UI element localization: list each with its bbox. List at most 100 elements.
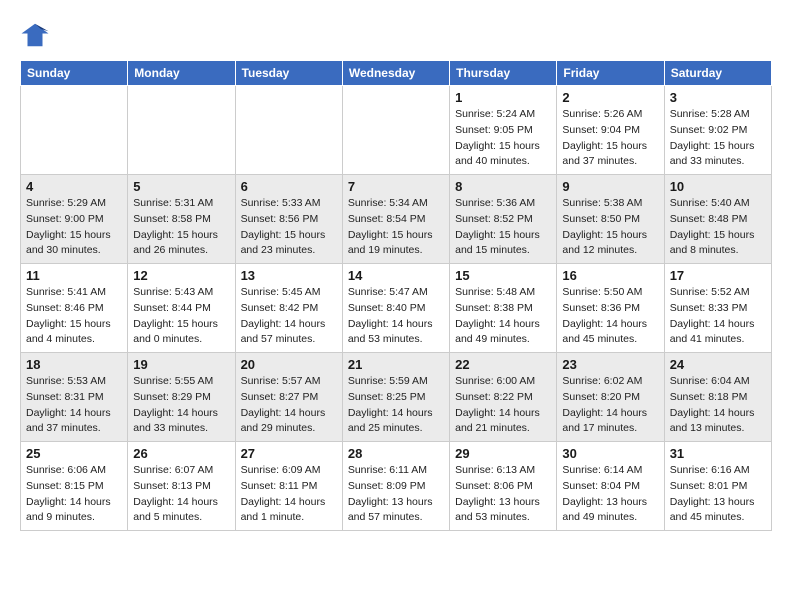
weekday-header-row: SundayMondayTuesdayWednesdayThursdayFrid… [21,61,772,86]
day-number: 30 [562,446,658,461]
calendar-cell: 13 Sunrise: 5:45 AMSunset: 8:42 PMDayligh… [235,264,342,353]
weekday-header: Friday [557,61,664,86]
day-info: Sunrise: 6:02 AMSunset: 8:20 PMDaylight:… [562,374,658,437]
day-number: 18 [26,357,122,372]
day-info: Sunrise: 6:14 AMSunset: 8:04 PMDaylight:… [562,463,658,526]
day-number: 5 [133,179,229,194]
day-number: 6 [241,179,337,194]
day-info: Sunrise: 5:55 AMSunset: 8:29 PMDaylight:… [133,374,229,437]
day-info: Sunrise: 5:59 AMSunset: 8:25 PMDaylight:… [348,374,444,437]
calendar-cell [235,86,342,175]
day-number: 3 [670,90,766,105]
calendar-cell: 25Sunrise: 6:06 AMSunset: 8:15 PMDayligh… [21,442,128,531]
day-number: 11 [26,268,122,283]
day-number: 29 [455,446,551,461]
weekday-header: Saturday [664,61,771,86]
calendar-cell: 30 Sunrise: 6:14 AMSunset: 8:04 PMDayligh… [557,442,664,531]
day-info: Sunrise: 6:06 AMSunset: 8:15 PMDaylight:… [26,463,122,526]
day-info: Sunrise: 6:04 AMSunset: 8:18 PMDaylight:… [670,374,766,437]
day-number: 20 [241,357,337,372]
weekday-header: Wednesday [342,61,449,86]
day-number: 15 [455,268,551,283]
day-number: 16 [562,268,658,283]
day-info: Sunrise: 5:57 AMSunset: 8:27 PMDaylight:… [241,374,337,437]
calendar-cell: 6 Sunrise: 5:33 AMSunset: 8:56 PMDaylight… [235,175,342,264]
day-number: 27 [241,446,337,461]
day-info: Sunrise: 5:31 AMSunset: 8:58 PMDaylight:… [133,196,229,259]
calendar-cell: 7Sunrise: 5:34 AMSunset: 8:54 PMDaylight… [342,175,449,264]
day-info: Sunrise: 5:47 AMSunset: 8:40 PMDaylight:… [348,285,444,348]
calendar-cell: 27 Sunrise: 6:09 AMSunset: 8:11 PMDayligh… [235,442,342,531]
day-number: 26 [133,446,229,461]
day-info: Sunrise: 6:00 AMSunset: 8:22 PMDaylight:… [455,374,551,437]
day-number: 23 [562,357,658,372]
day-info: Sunrise: 5:41 AMSunset: 8:46 PMDaylight:… [26,285,122,348]
calendar: SundayMondayTuesdayWednesdayThursdayFrid… [20,60,772,531]
day-number: 14 [348,268,444,283]
calendar-week-row: 25Sunrise: 6:06 AMSunset: 8:15 PMDayligh… [21,442,772,531]
calendar-cell: 23 Sunrise: 6:02 AMSunset: 8:20 PMDayligh… [557,353,664,442]
day-number: 2 [562,90,658,105]
calendar-cell: 29 Sunrise: 6:13 AMSunset: 8:06 PMDayligh… [450,442,557,531]
calendar-cell: 15Sunrise: 5:48 AMSunset: 8:38 PMDayligh… [450,264,557,353]
day-number: 9 [562,179,658,194]
day-info: Sunrise: 6:13 AMSunset: 8:06 PMDaylight:… [455,463,551,526]
day-info: Sunrise: 5:36 AMSunset: 8:52 PMDaylight:… [455,196,551,259]
day-info: Sunrise: 5:29 AMSunset: 9:00 PMDaylight:… [26,196,122,259]
day-number: 10 [670,179,766,194]
header [20,20,772,50]
day-info: Sunrise: 5:26 AMSunset: 9:04 PMDaylight:… [562,107,658,170]
day-info: Sunrise: 5:28 AMSunset: 9:02 PMDaylight:… [670,107,766,170]
day-number: 4 [26,179,122,194]
calendar-week-row: 18Sunrise: 5:53 AMSunset: 8:31 PMDayligh… [21,353,772,442]
calendar-cell: 21Sunrise: 5:59 AMSunset: 8:25 PMDayligh… [342,353,449,442]
day-info: Sunrise: 5:24 AMSunset: 9:05 PMDaylight:… [455,107,551,170]
day-number: 19 [133,357,229,372]
weekday-header: Monday [128,61,235,86]
day-info: Sunrise: 5:38 AMSunset: 8:50 PMDaylight:… [562,196,658,259]
day-info: Sunrise: 6:11 AMSunset: 8:09 PMDaylight:… [348,463,444,526]
calendar-cell: 3 Sunrise: 5:28 AMSunset: 9:02 PMDaylight… [664,86,771,175]
calendar-cell: 11 Sunrise: 5:41 AMSunset: 8:46 PMDayligh… [21,264,128,353]
calendar-cell: 26 Sunrise: 6:07 AMSunset: 8:13 PMDayligh… [128,442,235,531]
day-info: Sunrise: 5:50 AMSunset: 8:36 PMDaylight:… [562,285,658,348]
calendar-cell: 18Sunrise: 5:53 AMSunset: 8:31 PMDayligh… [21,353,128,442]
day-info: Sunrise: 5:40 AMSunset: 8:48 PMDaylight:… [670,196,766,259]
calendar-week-row: 1 Sunrise: 5:24 AMSunset: 9:05 PMDaylight… [21,86,772,175]
day-number: 12 [133,268,229,283]
calendar-cell: 2 Sunrise: 5:26 AMSunset: 9:04 PMDaylight… [557,86,664,175]
day-number: 7 [348,179,444,194]
calendar-cell: 17Sunrise: 5:52 AMSunset: 8:33 PMDayligh… [664,264,771,353]
calendar-cell: 5 Sunrise: 5:31 AMSunset: 8:58 PMDaylight… [128,175,235,264]
calendar-cell: 12Sunrise: 5:43 AMSunset: 8:44 PMDayligh… [128,264,235,353]
logo-icon [20,20,50,50]
calendar-cell: 24 Sunrise: 6:04 AMSunset: 8:18 PMDayligh… [664,353,771,442]
day-number: 28 [348,446,444,461]
day-number: 8 [455,179,551,194]
day-number: 22 [455,357,551,372]
calendar-cell: 14 Sunrise: 5:47 AMSunset: 8:40 PMDayligh… [342,264,449,353]
calendar-cell: 9 Sunrise: 5:38 AMSunset: 8:50 PMDaylight… [557,175,664,264]
day-info: Sunrise: 6:07 AMSunset: 8:13 PMDaylight:… [133,463,229,526]
day-number: 13 [241,268,337,283]
day-number: 31 [670,446,766,461]
calendar-cell: 16 Sunrise: 5:50 AMSunset: 8:36 PMDayligh… [557,264,664,353]
calendar-cell: 20 Sunrise: 5:57 AMSunset: 8:27 PMDayligh… [235,353,342,442]
day-info: Sunrise: 5:45 AMSunset: 8:42 PMDaylight:… [241,285,337,348]
calendar-cell [128,86,235,175]
weekday-header: Thursday [450,61,557,86]
calendar-cell [21,86,128,175]
calendar-cell: 31 Sunrise: 6:16 AMSunset: 8:01 PMDayligh… [664,442,771,531]
logo [20,20,54,50]
day-info: Sunrise: 5:33 AMSunset: 8:56 PMDaylight:… [241,196,337,259]
calendar-cell: 22 Sunrise: 6:00 AMSunset: 8:22 PMDayligh… [450,353,557,442]
day-number: 17 [670,268,766,283]
weekday-header: Tuesday [235,61,342,86]
day-number: 24 [670,357,766,372]
day-number: 1 [455,90,551,105]
calendar-cell: 4 Sunrise: 5:29 AMSunset: 9:00 PMDaylight… [21,175,128,264]
calendar-week-row: 11 Sunrise: 5:41 AMSunset: 8:46 PMDayligh… [21,264,772,353]
day-info: Sunrise: 6:09 AMSunset: 8:11 PMDaylight:… [241,463,337,526]
calendar-cell: 28 Sunrise: 6:11 AMSunset: 8:09 PMDayligh… [342,442,449,531]
day-info: Sunrise: 6:16 AMSunset: 8:01 PMDaylight:… [670,463,766,526]
